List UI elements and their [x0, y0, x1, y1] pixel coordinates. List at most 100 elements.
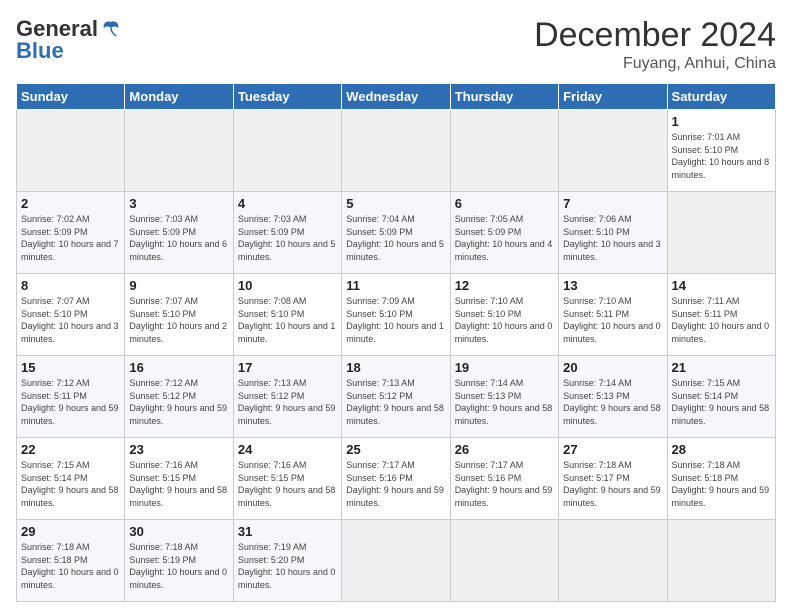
day-info: Sunrise: 7:08 AMSunset: 5:10 PMDaylight:… [238, 295, 337, 345]
day-number: 17 [238, 360, 337, 375]
day-number: 30 [129, 524, 228, 539]
day-info: Sunrise: 7:06 AMSunset: 5:10 PMDaylight:… [563, 213, 662, 263]
location: Fuyang, Anhui, China [534, 55, 776, 73]
calendar-week-row: 29Sunrise: 7:18 AMSunset: 5:18 PMDayligh… [17, 520, 776, 602]
day-info: Sunrise: 7:17 AMSunset: 5:16 PMDaylight:… [346, 459, 445, 509]
day-number: 2 [21, 196, 120, 211]
calendar-day-cell: 30 Sunrise: 7:18 AMSunset: 5:19 PMDayligh… [125, 520, 233, 602]
calendar-day-cell: 28 Sunrise: 7:18 AMSunset: 5:18 PMDayligh… [667, 438, 775, 520]
day-info: Sunrise: 7:15 AMSunset: 5:14 PMDaylight:… [21, 459, 120, 509]
calendar-day-cell: 2 Sunrise: 7:02 AMSunset: 5:09 PMDaylight… [17, 192, 125, 274]
calendar-week-row: 1 Sunrise: 7:01 AMSunset: 5:10 PMDaylight… [17, 110, 776, 192]
calendar-day-cell: 9Sunrise: 7:07 AMSunset: 5:10 PMDaylight… [125, 274, 233, 356]
empty-cell [125, 110, 233, 192]
calendar-day-cell: 26Sunrise: 7:17 AMSunset: 5:16 PMDayligh… [450, 438, 558, 520]
day-number: 28 [672, 442, 771, 457]
calendar-day-cell: 24Sunrise: 7:16 AMSunset: 5:15 PMDayligh… [233, 438, 341, 520]
day-number: 24 [238, 442, 337, 457]
day-info: Sunrise: 7:11 AMSunset: 5:11 PMDaylight:… [672, 295, 771, 345]
calendar-day-cell: 6 Sunrise: 7:05 AMSunset: 5:09 PMDaylight… [450, 192, 558, 274]
day-number: 11 [346, 278, 445, 293]
calendar-week-row: 22 Sunrise: 7:15 AMSunset: 5:14 PMDayligh… [17, 438, 776, 520]
empty-cell [342, 520, 450, 602]
day-info: Sunrise: 7:12 AMSunset: 5:11 PMDaylight:… [21, 377, 120, 427]
day-info: Sunrise: 7:13 AMSunset: 5:12 PMDaylight:… [346, 377, 445, 427]
day-info: Sunrise: 7:18 AMSunset: 5:18 PMDaylight:… [672, 459, 771, 509]
day-info: Sunrise: 7:09 AMSunset: 5:10 PMDaylight:… [346, 295, 445, 345]
day-number: 31 [238, 524, 337, 539]
day-info: Sunrise: 7:17 AMSunset: 5:16 PMDaylight:… [455, 459, 554, 509]
calendar-day-cell: 16 Sunrise: 7:12 AMSunset: 5:12 PMDayligh… [125, 356, 233, 438]
day-info: Sunrise: 7:01 AMSunset: 5:10 PMDaylight:… [672, 131, 771, 181]
day-number: 7 [563, 196, 662, 211]
day-number: 22 [21, 442, 120, 457]
calendar-table: SundayMondayTuesdayWednesdayThursdayFrid… [16, 83, 776, 602]
day-number: 16 [129, 360, 228, 375]
calendar-day-cell: 29Sunrise: 7:18 AMSunset: 5:18 PMDayligh… [17, 520, 125, 602]
day-number: 19 [455, 360, 554, 375]
day-number: 21 [672, 360, 771, 375]
day-number: 9 [129, 278, 228, 293]
calendar-body: 1 Sunrise: 7:01 AMSunset: 5:10 PMDaylight… [17, 110, 776, 602]
day-info: Sunrise: 7:07 AMSunset: 5:10 PMDaylight:… [21, 295, 120, 345]
calendar-day-cell: 17Sunrise: 7:13 AMSunset: 5:12 PMDayligh… [233, 356, 341, 438]
calendar-day-cell: 19 Sunrise: 7:14 AMSunset: 5:13 PMDayligh… [450, 356, 558, 438]
calendar-day-cell: 12Sunrise: 7:10 AMSunset: 5:10 PMDayligh… [450, 274, 558, 356]
calendar-day-cell: 31 Sunrise: 7:19 AMSunset: 5:20 PMDayligh… [233, 520, 341, 602]
day-number: 3 [129, 196, 228, 211]
logo: General Blue [16, 16, 122, 64]
empty-cell [559, 520, 667, 602]
title-block: December 2024 Fuyang, Anhui, China [534, 16, 776, 73]
calendar-day-cell: 3 Sunrise: 7:03 AMSunset: 5:09 PMDaylight… [125, 192, 233, 274]
day-info: Sunrise: 7:02 AMSunset: 5:09 PMDaylight:… [21, 213, 120, 263]
day-info: Sunrise: 7:19 AMSunset: 5:20 PMDaylight:… [238, 541, 337, 591]
calendar-day-cell: 15Sunrise: 7:12 AMSunset: 5:11 PMDayligh… [17, 356, 125, 438]
day-number: 4 [238, 196, 337, 211]
day-number: 8 [21, 278, 120, 293]
logo-blue-text: Blue [16, 38, 64, 64]
day-info: Sunrise: 7:15 AMSunset: 5:14 PMDaylight:… [672, 377, 771, 427]
day-of-week-header: Wednesday [342, 84, 450, 110]
day-number: 18 [346, 360, 445, 375]
day-info: Sunrise: 7:18 AMSunset: 5:18 PMDaylight:… [21, 541, 120, 591]
calendar-day-cell: 7 Sunrise: 7:06 AMSunset: 5:10 PMDaylight… [559, 192, 667, 274]
day-info: Sunrise: 7:05 AMSunset: 5:09 PMDaylight:… [455, 213, 554, 263]
empty-cell [342, 110, 450, 192]
calendar-week-row: 15Sunrise: 7:12 AMSunset: 5:11 PMDayligh… [17, 356, 776, 438]
day-info: Sunrise: 7:03 AMSunset: 5:09 PMDaylight:… [129, 213, 228, 263]
empty-cell [450, 110, 558, 192]
day-info: Sunrise: 7:16 AMSunset: 5:15 PMDaylight:… [129, 459, 228, 509]
calendar-container: General Blue December 2024 Fuyang, Anhui… [0, 0, 792, 612]
day-number: 6 [455, 196, 554, 211]
empty-cell [559, 110, 667, 192]
day-of-week-header: Sunday [17, 84, 125, 110]
day-number: 27 [563, 442, 662, 457]
day-info: Sunrise: 7:18 AMSunset: 5:17 PMDaylight:… [563, 459, 662, 509]
day-of-week-header: Tuesday [233, 84, 341, 110]
calendar-day-cell: 5Sunrise: 7:04 AMSunset: 5:09 PMDaylight… [342, 192, 450, 274]
day-info: Sunrise: 7:14 AMSunset: 5:13 PMDaylight:… [455, 377, 554, 427]
day-info: Sunrise: 7:03 AMSunset: 5:09 PMDaylight:… [238, 213, 337, 263]
calendar-day-cell: 4 Sunrise: 7:03 AMSunset: 5:09 PMDaylight… [233, 192, 341, 274]
calendar-day-cell: 21 Sunrise: 7:15 AMSunset: 5:14 PMDayligh… [667, 356, 775, 438]
calendar-header: SundayMondayTuesdayWednesdayThursdayFrid… [17, 84, 776, 110]
empty-cell [17, 110, 125, 192]
day-info: Sunrise: 7:10 AMSunset: 5:11 PMDaylight:… [563, 295, 662, 345]
day-number: 13 [563, 278, 662, 293]
day-number: 1 [672, 114, 771, 129]
day-info: Sunrise: 7:14 AMSunset: 5:13 PMDaylight:… [563, 377, 662, 427]
empty-cell [667, 192, 775, 274]
empty-cell [450, 520, 558, 602]
day-info: Sunrise: 7:18 AMSunset: 5:19 PMDaylight:… [129, 541, 228, 591]
calendar-day-cell: 1 Sunrise: 7:01 AMSunset: 5:10 PMDaylight… [667, 110, 775, 192]
empty-cell [233, 110, 341, 192]
calendar-week-row: 2 Sunrise: 7:02 AMSunset: 5:09 PMDaylight… [17, 192, 776, 274]
day-info: Sunrise: 7:12 AMSunset: 5:12 PMDaylight:… [129, 377, 228, 427]
calendar-day-cell: 13 Sunrise: 7:10 AMSunset: 5:11 PMDayligh… [559, 274, 667, 356]
calendar-day-cell: 14Sunrise: 7:11 AMSunset: 5:11 PMDayligh… [667, 274, 775, 356]
calendar-day-cell: 25 Sunrise: 7:17 AMSunset: 5:16 PMDayligh… [342, 438, 450, 520]
day-of-week-header: Saturday [667, 84, 775, 110]
day-number: 12 [455, 278, 554, 293]
calendar-day-cell: 23Sunrise: 7:16 AMSunset: 5:15 PMDayligh… [125, 438, 233, 520]
day-number: 25 [346, 442, 445, 457]
